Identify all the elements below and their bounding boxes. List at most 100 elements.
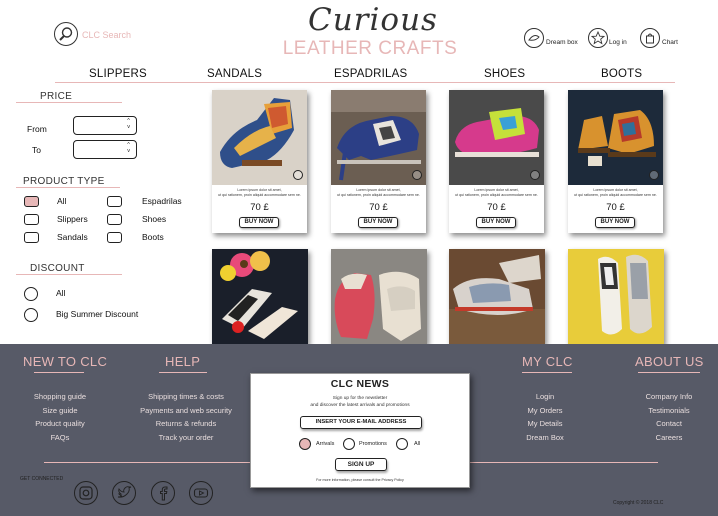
product-image[interactable]: [331, 249, 427, 344]
search-input[interactable]: CLC Search: [82, 30, 131, 40]
price-from-field[interactable]: ^ v: [73, 116, 137, 135]
checkbox-boots-label: Boots: [142, 232, 164, 242]
cart-link[interactable]: Chart: [662, 39, 678, 46]
newsletter-title: CLC NEWS: [330, 378, 390, 390]
wishlist-icon[interactable]: [649, 170, 659, 180]
radio-promotions-label: Promotions: [359, 441, 387, 447]
checkbox-sandals[interactable]: [24, 232, 39, 243]
product-image[interactable]: [331, 90, 426, 185]
checkbox-all[interactable]: [24, 196, 39, 207]
footer-link-size-guide[interactable]: Size guide: [14, 406, 106, 420]
product-image[interactable]: [212, 249, 308, 344]
checkbox-espadrilas[interactable]: [107, 196, 122, 207]
buy-now-button[interactable]: BUY NOW: [239, 217, 279, 228]
footer-link-company-info[interactable]: Company Info: [632, 392, 706, 406]
footer-link-shipping[interactable]: Shipping times & costs: [130, 392, 242, 406]
email-input-button[interactable]: INSERT YOUR E-MAIL ADDRESS: [300, 416, 422, 429]
privacy-note[interactable]: For more information, please consult the…: [251, 478, 469, 482]
stepper-arrows-icon[interactable]: ^ v: [127, 142, 130, 154]
product-image[interactable]: [212, 90, 307, 185]
newsletter-panel: CLC NEWS Sign up for the newsletter and …: [250, 373, 470, 488]
radio-discount-all[interactable]: [24, 287, 38, 301]
discount-divider: [16, 274, 122, 275]
product-card[interactable]: Lorem ipsum dolor sit amet, ut qui ration…: [449, 90, 544, 233]
product-image[interactable]: [568, 249, 664, 344]
buy-now-button[interactable]: BUY NOW: [358, 217, 398, 228]
wishlist-icon[interactable]: [530, 170, 540, 180]
discount-title: DISCOUNT: [30, 263, 85, 274]
checkbox-shoes-label: Shoes: [142, 214, 167, 224]
footer-link-product-quality[interactable]: Product quality: [14, 419, 106, 433]
wishlist-icon[interactable]: [293, 170, 303, 180]
radio-newsletter-all[interactable]: [396, 438, 408, 450]
search-icon[interactable]: [54, 22, 78, 46]
product-description: Lorem ipsum dolor sit amet, ut qui ration…: [337, 188, 420, 197]
wishlist-icon[interactable]: [412, 170, 422, 180]
footer-title-divider: [638, 372, 700, 373]
product-image[interactable]: [568, 90, 663, 185]
footer-link-testimonials[interactable]: Testimonials: [632, 406, 706, 420]
product-card[interactable]: Lorem ipsum dolor sit amet, ut qui ration…: [331, 90, 426, 233]
login-icon[interactable]: [588, 28, 608, 48]
footer-about-us-title: ABOUT US: [635, 354, 704, 369]
nav-espadrilas[interactable]: ESPADRILAS: [334, 68, 407, 80]
radio-promotions[interactable]: [343, 438, 355, 450]
stepper-arrows-icon[interactable]: ^ v: [127, 118, 130, 130]
footer-link-track-order[interactable]: Track your order: [130, 433, 242, 447]
product-description: Lorem ipsum dolor sit amet, ut qui ration…: [455, 188, 538, 197]
footer-new-to-clc-title: NEW TO CLC: [23, 354, 108, 369]
footer-link-faqs[interactable]: FAQs: [14, 433, 106, 447]
footer-link-my-orders[interactable]: My Orders: [510, 406, 580, 420]
checkbox-slippers-label: Slippers: [57, 214, 88, 224]
copyright: Copyright © 2018 CLC: [613, 500, 664, 506]
footer-new-to-clc-links: Shopping guide Size guide Product qualit…: [14, 392, 106, 446]
footer-link-dream-box[interactable]: Dream Box: [510, 433, 580, 447]
footer-link-payments[interactable]: Payments and web security: [130, 406, 242, 420]
product-price: 70 £: [487, 202, 506, 213]
nav-slippers[interactable]: SLIPPERS: [89, 68, 147, 80]
checkbox-all-label: All: [57, 196, 67, 206]
buy-now-button[interactable]: BUY NOW: [476, 217, 516, 228]
newsletter-subtitle-1: Sign up for the newsletter: [332, 396, 388, 401]
cart-icon[interactable]: [640, 28, 660, 48]
buy-now-button[interactable]: BUY NOW: [595, 217, 635, 228]
product-image[interactable]: [449, 249, 545, 344]
product-price: 70 £: [606, 202, 625, 213]
price-from-label: From: [27, 124, 47, 134]
footer-link-careers[interactable]: Careers: [632, 433, 706, 447]
radio-arrivals[interactable]: [299, 438, 311, 450]
nav-sandals[interactable]: SANDALS: [207, 68, 262, 80]
dream-box-link[interactable]: Dream box: [546, 39, 578, 46]
dream-box-icon[interactable]: [524, 28, 544, 48]
checkbox-shoes[interactable]: [107, 214, 122, 225]
footer-link-shopping-guide[interactable]: Shopping guide: [14, 392, 106, 406]
radio-big-summer-discount[interactable]: [24, 308, 38, 322]
radio-newsletter-all-label: All: [414, 441, 421, 447]
product-card[interactable]: Lorem ipsum dolor sit amet, ut qui ration…: [212, 90, 307, 233]
newsletter-subtitle-2: and discover the latest arrivals and pro…: [310, 403, 410, 408]
logo-subtitle: LEATHER CRAFTS: [282, 38, 458, 59]
twitter-icon[interactable]: [112, 481, 136, 505]
footer-link-my-details[interactable]: My Details: [510, 419, 580, 433]
product-card[interactable]: Lorem ipsum dolor sit amet, ut qui ration…: [568, 90, 663, 233]
footer-link-login[interactable]: Login: [510, 392, 580, 406]
sign-up-button[interactable]: SIGN UP: [335, 458, 387, 471]
facebook-icon[interactable]: [151, 481, 175, 505]
nav-divider: [55, 82, 675, 83]
price-to-field[interactable]: ^ v: [73, 140, 137, 159]
footer-link-returns[interactable]: Returns & refunds: [130, 419, 242, 433]
youtube-icon[interactable]: [189, 481, 213, 505]
instagram-icon[interactable]: [74, 481, 98, 505]
checkbox-boots[interactable]: [107, 232, 122, 243]
login-link[interactable]: Log in: [609, 39, 627, 46]
nav-shoes[interactable]: SHOES: [484, 68, 525, 80]
product-image[interactable]: [449, 90, 544, 185]
checkbox-slippers[interactable]: [24, 214, 39, 225]
footer-link-contact[interactable]: Contact: [632, 419, 706, 433]
footer-my-clc-title: MY CLC: [522, 354, 573, 369]
footer-help-title: HELP: [165, 354, 201, 369]
nav-boots[interactable]: BOOTS: [601, 68, 642, 80]
footer-my-clc-links: Login My Orders My Details Dream Box: [510, 392, 580, 446]
product-type-divider: [16, 187, 120, 188]
radio-discount-all-label: All: [56, 288, 66, 298]
